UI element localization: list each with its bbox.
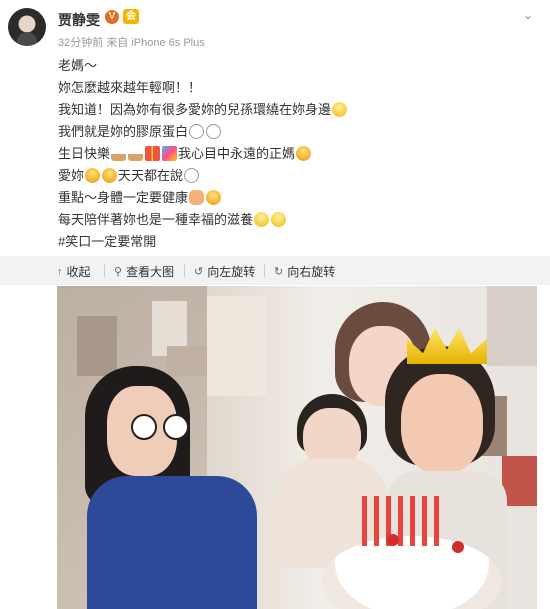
smile-emoji-icon <box>332 102 348 117</box>
image-toolbar: ↑ 收起 ⚲ 查看大图 ↺ 向左旋转 ↻ 向右旋转 <box>0 257 550 285</box>
verified-badge-icon[interactable]: V <box>105 10 119 24</box>
post-time[interactable]: 32分钟前 <box>58 37 103 49</box>
post-line: 我知道！因為妳有很多愛妳的兒孫環繞在妳身邊 <box>58 99 348 121</box>
cake-emoji-icon <box>111 146 127 161</box>
rotate-right-button[interactable]: ↻ 向右旋转 <box>274 263 335 280</box>
photo-mosaic <box>167 346 207 376</box>
magnifier-icon: ⚲ <box>114 266 123 278</box>
weibo-post: 贾静雯 V 会 32分钟前 来自 iPhone 6s Plus ⌄ 老媽～ 妳怎… <box>0 0 550 609</box>
post-source: 来自 iPhone 6s Plus <box>106 37 205 49</box>
grin-emoji-icon <box>206 124 222 139</box>
post-line: 重點～身體一定要健康 <box>58 187 348 209</box>
grin-emoji-icon <box>184 168 200 183</box>
rotate-left-button[interactable]: ↺ 向左旋转 <box>194 263 255 280</box>
post-line: 我們就是妳的膠原蛋白 <box>58 121 348 143</box>
cake-strawberry <box>452 541 464 553</box>
collapse-button[interactable]: ↑ 收起 <box>57 263 91 280</box>
chevron-down-icon[interactable]: ⌄ <box>523 8 533 22</box>
grin-emoji-icon <box>189 124 205 139</box>
post-hashtag[interactable]: #笑口一定要常開 <box>58 231 348 253</box>
rotate-right-icon: ↻ <box>274 266 284 278</box>
post-line: 愛妳 天天都在說 <box>58 165 348 187</box>
view-large-button[interactable]: ⚲ 查看大图 <box>114 263 174 280</box>
rotate-left-icon: ↺ <box>194 266 204 278</box>
username[interactable]: 贾静雯 <box>58 10 100 30</box>
smile-emoji-icon <box>271 212 287 227</box>
photo-mosaic <box>77 316 117 376</box>
post-line: 生日快樂 我心目中永遠的正媽 <box>58 143 348 165</box>
kiss-emoji-icon <box>102 168 118 183</box>
toolbar-separator <box>264 264 265 277</box>
kiss-emoji-icon <box>85 168 101 183</box>
photo-mosaic <box>487 286 537 366</box>
post-line: 老媽～ <box>58 58 98 73</box>
grandmother-face <box>401 374 483 474</box>
post-line: 妳怎麼越來越年輕啊！！ <box>58 80 202 95</box>
post-line: 每天陪伴著妳也是一種幸福的滋養 <box>58 209 348 231</box>
cake-emoji-icon <box>128 146 144 161</box>
avatar[interactable] <box>8 8 46 46</box>
kiss-emoji-icon <box>206 190 222 205</box>
toolbar-separator <box>184 264 185 277</box>
cake-candles <box>362 496 442 546</box>
post-text: 老媽～ 妳怎麼越來越年輕啊！！ 我知道！因為妳有很多愛妳的兒孫環繞在妳身邊 我們… <box>58 55 348 253</box>
party-emoji-icon <box>162 146 178 161</box>
toolbar-separator <box>104 264 105 277</box>
collapse-arrow-icon: ↑ <box>57 265 63 278</box>
smile-emoji-icon <box>254 212 270 227</box>
member-badge-icon[interactable]: 会 <box>123 9 139 24</box>
post-photo[interactable] <box>57 286 537 609</box>
cake-strawberry <box>387 534 399 546</box>
post-meta: 32分钟前 来自 iPhone 6s Plus <box>58 34 205 50</box>
girl-blue-sweater <box>87 476 257 609</box>
flex-arm-emoji-icon <box>189 190 205 205</box>
cartoon-eye-sticker <box>163 414 189 440</box>
cartoon-eye-sticker <box>131 414 157 440</box>
kiss-emoji-icon <box>296 146 312 161</box>
gift-emoji-icon <box>145 146 161 161</box>
photo-mosaic <box>207 296 267 396</box>
photo-mosaic <box>502 456 537 506</box>
